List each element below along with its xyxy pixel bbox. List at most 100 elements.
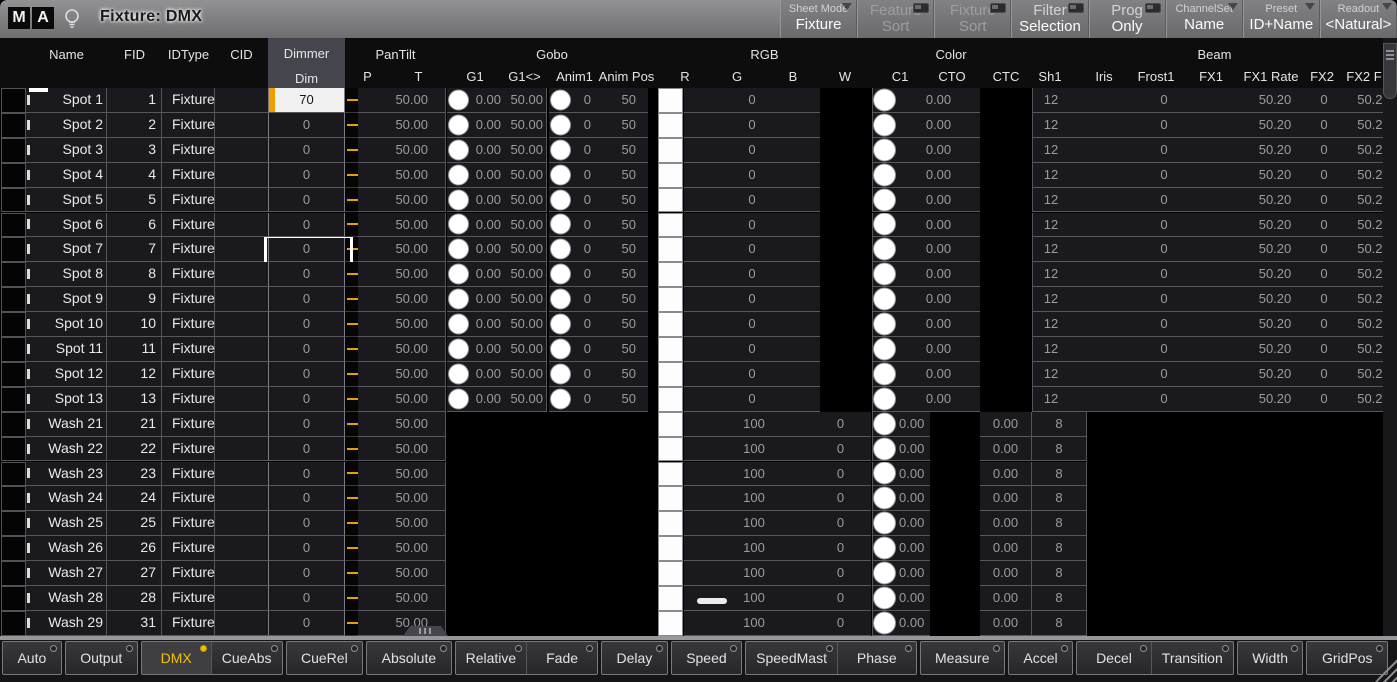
rgb-value[interactable]: 100 xyxy=(684,462,824,486)
row-select-cell[interactable] xyxy=(1,312,26,337)
beam-frost1-value[interactable]: 0 xyxy=(1139,362,1189,386)
col-header-frost1[interactable]: Frost1 xyxy=(1126,68,1186,86)
cell-anim-pos[interactable]: 50 xyxy=(601,262,648,287)
cell-sh1[interactable]: 8 xyxy=(1032,486,1087,511)
cell-cto[interactable]: 0.00 xyxy=(897,88,980,113)
row-select-cell[interactable] xyxy=(1,163,26,188)
beam-frost1-value[interactable]: 0 xyxy=(1139,287,1189,311)
row-select-cell[interactable] xyxy=(1,138,26,163)
cell-rgb[interactable]: 0 xyxy=(684,287,820,312)
cell-cid[interactable] xyxy=(215,387,268,412)
vertical-scrollbar-handle[interactable] xyxy=(1383,43,1397,99)
cell-cto[interactable]: 0.00 xyxy=(897,312,980,337)
horizontal-scrollbar-handle[interactable] xyxy=(697,598,727,604)
cell-dim[interactable]: 0 xyxy=(268,387,345,412)
cell-anim1[interactable]: 0 xyxy=(549,362,601,387)
cell-dim[interactable]: 0 xyxy=(268,536,345,561)
col-header-dimmer[interactable]: Dimmer Dim xyxy=(268,38,345,88)
cell-dim[interactable]: 0 xyxy=(268,312,345,337)
color-swatch[interactable] xyxy=(658,213,683,238)
cell-anim1[interactable]: 0 xyxy=(549,88,601,113)
beam-sh1-value[interactable]: 12 xyxy=(1033,337,1069,361)
cell-g1[interactable]: 0.00 xyxy=(447,312,503,337)
color-swatch[interactable] xyxy=(658,387,683,412)
cell-pan-tilt[interactable]: 50.00 xyxy=(358,88,446,113)
cell-pan-tilt[interactable]: 50.00 xyxy=(358,237,446,262)
col-header-pantilt[interactable]: PanTilt xyxy=(345,46,446,64)
row-select-cell[interactable] xyxy=(1,387,26,412)
beam-fx1-rate-value[interactable]: 50.20 xyxy=(1244,88,1306,112)
row-select-cell[interactable] xyxy=(1,437,26,462)
cell-dim[interactable]: 0 xyxy=(268,561,345,586)
cell-name[interactable]: Wash 27 xyxy=(26,561,107,586)
cell-beam-block[interactable]: 12050.20050.20 xyxy=(1032,213,1397,238)
cell-c1[interactable] xyxy=(872,312,897,337)
mode-button-absolute[interactable]: Absolute xyxy=(367,642,450,674)
titlebar-button--natural-[interactable]: Readout<Natural> xyxy=(1320,0,1397,38)
mode-button-fade[interactable]: Fade xyxy=(526,642,597,674)
cell-c1[interactable] xyxy=(872,611,897,636)
mode-button-delay[interactable]: Delay xyxy=(602,642,667,674)
cell-anim-pos[interactable]: 50 xyxy=(601,188,648,213)
color-swatch[interactable] xyxy=(658,611,683,636)
cell-dim[interactable]: 0 xyxy=(268,511,345,536)
cell-name[interactable]: Wash 25 xyxy=(26,511,107,536)
beam-sh1-value[interactable]: 12 xyxy=(1033,387,1069,411)
cell-rgb[interactable]: 0 xyxy=(684,337,820,362)
cell-anim-pos[interactable]: 50 xyxy=(601,138,648,163)
cell-dim[interactable]: 0 xyxy=(268,462,345,487)
cell-dim[interactable]: 0 xyxy=(268,586,345,611)
mode-button-auto[interactable]: Auto xyxy=(3,642,61,674)
pan-tilt-indicator-cell[interactable] xyxy=(345,337,358,362)
cell-pan-tilt[interactable]: 50.00 xyxy=(358,437,446,462)
cell-fid[interactable]: 6 xyxy=(107,213,162,238)
cell-rgb[interactable]: 1000 xyxy=(684,511,871,536)
row-select-cell[interactable] xyxy=(1,113,26,138)
cell-anim-pos[interactable]: 50 xyxy=(601,362,648,387)
color-swatch[interactable] xyxy=(658,486,683,511)
cell-idtype[interactable]: Fixture xyxy=(162,337,215,362)
mode-button-gridpos[interactable]: GridPos xyxy=(1307,642,1387,674)
beam-sh1-value[interactable]: 12 xyxy=(1033,237,1069,261)
cell-sh1[interactable]: 8 xyxy=(1032,462,1087,487)
col-header-b[interactable]: B xyxy=(778,68,808,86)
beam-fx1-rate-value[interactable]: 50.20 xyxy=(1244,337,1306,361)
col-header-name[interactable]: Name xyxy=(26,46,107,64)
pan-tilt-indicator-cell[interactable] xyxy=(345,312,358,337)
col-header-c1[interactable]: C1 xyxy=(885,68,915,86)
cell-anim1[interactable]: 0 xyxy=(549,337,601,362)
color-swatch[interactable] xyxy=(658,88,683,113)
cell-idtype[interactable]: Fixture xyxy=(162,437,215,462)
cell-g1-range[interactable]: 50.00 xyxy=(503,138,547,163)
cell-sh1[interactable]: 8 xyxy=(1032,511,1087,536)
beam-fx2-value[interactable]: 0 xyxy=(1307,387,1341,411)
cell-beam-block[interactable]: 12050.20050.20 xyxy=(1032,88,1397,113)
color-swatch[interactable] xyxy=(658,113,683,138)
cell-idtype[interactable]: Fixture xyxy=(162,387,215,412)
cell-cid[interactable] xyxy=(215,113,268,138)
white-value[interactable]: 0 xyxy=(810,412,871,436)
cell-c1[interactable] xyxy=(872,113,897,138)
cell-rgb[interactable]: 0 xyxy=(684,188,820,213)
cell-fid[interactable]: 11 xyxy=(107,337,162,362)
cell-cid[interactable] xyxy=(215,237,268,262)
cell-fid[interactable]: 12 xyxy=(107,362,162,387)
cell-beam-block[interactable]: 12050.20050.20 xyxy=(1032,312,1397,337)
pan-tilt-indicator-cell[interactable] xyxy=(345,113,358,138)
cell-idtype[interactable]: Fixture xyxy=(162,586,215,611)
cell-pan-tilt[interactable]: 50.00 xyxy=(358,586,446,611)
beam-fx2-value[interactable]: 0 xyxy=(1307,362,1341,386)
cell-name[interactable]: Spot 13 xyxy=(26,387,107,412)
cell-sh1[interactable]: 8 xyxy=(1032,611,1087,636)
vertical-scrollbar-track[interactable] xyxy=(1383,38,1397,636)
rgb-value[interactable]: 100 xyxy=(684,437,824,461)
color-swatch[interactable] xyxy=(658,287,683,312)
cell-beam-block[interactable]: 12050.20050.20 xyxy=(1032,163,1397,188)
cell-anim1[interactable]: 0 xyxy=(549,163,601,188)
cell-sh1[interactable]: 8 xyxy=(1032,437,1087,462)
cell-c1[interactable] xyxy=(872,561,897,586)
cell-anim1[interactable]: 0 xyxy=(549,213,601,238)
cell-pan-tilt[interactable]: 50.00 xyxy=(358,138,446,163)
cell-cto[interactable]: 0.00 xyxy=(897,188,980,213)
cell-dim[interactable]: 0 xyxy=(268,412,345,437)
